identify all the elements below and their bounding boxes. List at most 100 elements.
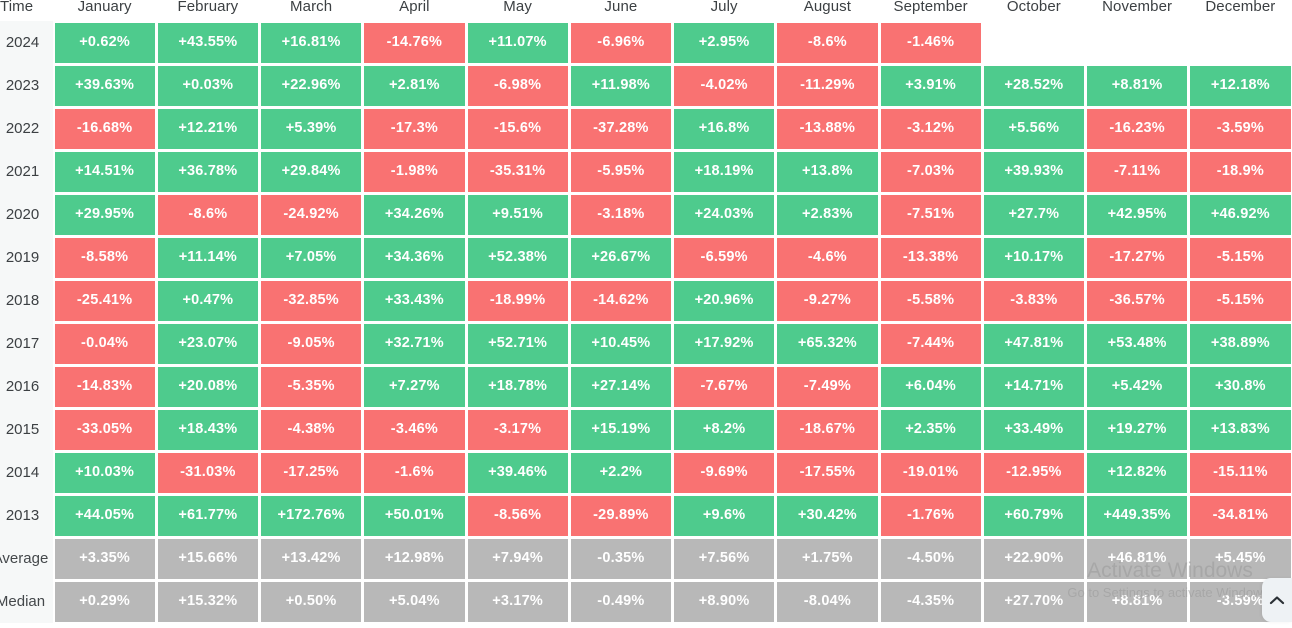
performance-value[interactable]: -37.28%: [570, 108, 671, 149]
row-label-2020[interactable]: 2020: [0, 193, 53, 236]
performance-value[interactable]: +18.78%: [467, 366, 568, 407]
performance-value[interactable]: -9.69%: [674, 452, 775, 493]
performance-value[interactable]: -25.41%: [54, 280, 155, 321]
performance-value[interactable]: -11.29%: [777, 65, 878, 106]
performance-value[interactable]: -14.76%: [364, 22, 465, 63]
performance-value[interactable]: +22.90%: [983, 538, 1084, 579]
performance-value[interactable]: +30.8%: [1190, 366, 1291, 407]
performance-value[interactable]: +0.47%: [157, 280, 258, 321]
performance-value[interactable]: +20.96%: [674, 280, 775, 321]
performance-value[interactable]: +65.32%: [777, 323, 878, 364]
performance-value[interactable]: +53.48%: [1087, 323, 1188, 364]
performance-value[interactable]: +34.26%: [364, 194, 465, 235]
row-label-2016[interactable]: 2016: [0, 365, 53, 408]
performance-value[interactable]: -4.38%: [261, 409, 362, 450]
performance-value[interactable]: +9.6%: [674, 495, 775, 536]
performance-value[interactable]: +11.14%: [157, 237, 258, 278]
performance-value[interactable]: -19.01%: [880, 452, 981, 493]
performance-value[interactable]: +0.03%: [157, 65, 258, 106]
performance-value[interactable]: -4.50%: [880, 538, 981, 579]
performance-value[interactable]: +15.66%: [157, 538, 258, 579]
performance-value[interactable]: -7.11%: [1087, 151, 1188, 192]
scroll-to-top-button[interactable]: [1262, 578, 1292, 622]
performance-value[interactable]: +2.81%: [364, 65, 465, 106]
column-header-time[interactable]: Time: [0, 0, 53, 21]
performance-value[interactable]: -7.49%: [777, 366, 878, 407]
performance-value[interactable]: +16.8%: [674, 108, 775, 149]
performance-value[interactable]: +29.95%: [54, 194, 155, 235]
performance-value[interactable]: +36.78%: [157, 151, 258, 192]
performance-value[interactable]: +13.83%: [1190, 409, 1291, 450]
performance-value[interactable]: +10.03%: [54, 452, 155, 493]
performance-value[interactable]: -16.23%: [1087, 108, 1188, 149]
row-label-2022[interactable]: 2022: [0, 107, 53, 150]
performance-value[interactable]: -3.83%: [983, 280, 1084, 321]
row-label-average[interactable]: Average: [0, 537, 53, 580]
performance-value[interactable]: +32.71%: [364, 323, 465, 364]
performance-value[interactable]: -5.15%: [1190, 237, 1291, 278]
performance-value[interactable]: +33.43%: [364, 280, 465, 321]
column-header-november[interactable]: November: [1085, 0, 1189, 21]
performance-value[interactable]: +15.19%: [570, 409, 671, 450]
performance-value[interactable]: +1.75%: [777, 538, 878, 579]
performance-value[interactable]: -16.68%: [54, 108, 155, 149]
row-label-2019[interactable]: 2019: [0, 236, 53, 279]
performance-value[interactable]: -5.95%: [570, 151, 671, 192]
performance-value[interactable]: +30.42%: [777, 495, 878, 536]
row-label-2013[interactable]: 2013: [0, 494, 53, 537]
performance-value[interactable]: -36.57%: [1087, 280, 1188, 321]
performance-value[interactable]: +2.83%: [777, 194, 878, 235]
performance-value[interactable]: +26.67%: [570, 237, 671, 278]
performance-value[interactable]: +11.98%: [570, 65, 671, 106]
performance-value[interactable]: +27.70%: [983, 581, 1084, 622]
performance-value[interactable]: +14.71%: [983, 366, 1084, 407]
column-header-june[interactable]: June: [569, 0, 673, 21]
performance-value[interactable]: -24.92%: [261, 194, 362, 235]
column-header-august[interactable]: August: [775, 0, 879, 21]
performance-value[interactable]: +15.32%: [157, 581, 258, 622]
performance-value[interactable]: +13.42%: [261, 538, 362, 579]
performance-value[interactable]: +52.38%: [467, 237, 568, 278]
performance-value[interactable]: +44.05%: [54, 495, 155, 536]
row-label-2017[interactable]: 2017: [0, 322, 53, 365]
performance-value[interactable]: +7.94%: [467, 538, 568, 579]
performance-value[interactable]: +8.81%: [1087, 65, 1188, 106]
performance-value[interactable]: +11.07%: [467, 22, 568, 63]
performance-value[interactable]: -15.6%: [467, 108, 568, 149]
performance-value[interactable]: -18.9%: [1190, 151, 1291, 192]
performance-value[interactable]: [1190, 23, 1290, 63]
performance-value[interactable]: [1087, 23, 1187, 63]
performance-value[interactable]: -1.6%: [364, 452, 465, 493]
performance-value[interactable]: +2.95%: [674, 22, 775, 63]
performance-value[interactable]: -18.99%: [467, 280, 568, 321]
performance-value[interactable]: -13.88%: [777, 108, 878, 149]
performance-value[interactable]: +43.55%: [157, 22, 258, 63]
performance-value[interactable]: +28.52%: [983, 65, 1084, 106]
performance-value[interactable]: +2.35%: [880, 409, 981, 450]
performance-value[interactable]: -4.02%: [674, 65, 775, 106]
performance-value[interactable]: -12.95%: [983, 452, 1084, 493]
performance-value[interactable]: +0.29%: [54, 581, 155, 622]
performance-value[interactable]: -5.15%: [1190, 280, 1291, 321]
performance-value[interactable]: +18.19%: [674, 151, 775, 192]
performance-value[interactable]: -31.03%: [157, 452, 258, 493]
performance-value[interactable]: +14.51%: [54, 151, 155, 192]
performance-value[interactable]: [984, 23, 1084, 63]
performance-value[interactable]: +0.50%: [261, 581, 362, 622]
performance-value[interactable]: -0.04%: [54, 323, 155, 364]
performance-value[interactable]: -7.03%: [880, 151, 981, 192]
row-label-2021[interactable]: 2021: [0, 150, 53, 193]
performance-value[interactable]: -14.83%: [54, 366, 155, 407]
performance-value[interactable]: +47.81%: [983, 323, 1084, 364]
performance-value[interactable]: +5.56%: [983, 108, 1084, 149]
performance-value[interactable]: +39.93%: [983, 151, 1084, 192]
performance-value[interactable]: +3.35%: [54, 538, 155, 579]
row-label-2014[interactable]: 2014: [0, 451, 53, 494]
column-header-september[interactable]: September: [879, 0, 983, 21]
performance-value[interactable]: +5.39%: [261, 108, 362, 149]
performance-value[interactable]: -8.04%: [777, 581, 878, 622]
performance-value[interactable]: -15.11%: [1190, 452, 1291, 493]
performance-value[interactable]: -3.17%: [467, 409, 568, 450]
performance-value[interactable]: -0.35%: [570, 538, 671, 579]
column-header-july[interactable]: July: [672, 0, 776, 21]
